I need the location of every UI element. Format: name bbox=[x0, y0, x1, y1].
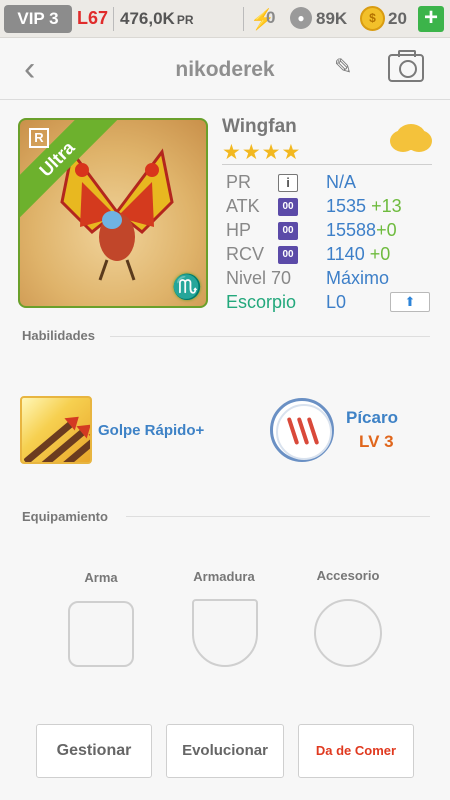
paw-icon: ● bbox=[290, 7, 312, 29]
info-icon[interactable]: i bbox=[278, 174, 298, 192]
monster-portrait[interactable]: Ultra R ♏ bbox=[18, 118, 208, 308]
trait-name[interactable]: Pícaro bbox=[346, 408, 398, 428]
accessory-label: Accesorio bbox=[316, 568, 380, 583]
vip-badge[interactable]: VIP 3 bbox=[4, 5, 72, 33]
divider bbox=[126, 516, 430, 517]
stat-label: ATK bbox=[226, 196, 260, 216]
camera-icon[interactable] bbox=[388, 50, 424, 82]
divider bbox=[243, 7, 244, 31]
stat-row-pr: PR i N/A bbox=[226, 172, 436, 196]
weapon-label: Arma bbox=[84, 570, 118, 585]
scorpio-zodiac-icon: ♏ bbox=[172, 274, 202, 301]
stat-value: N/A bbox=[326, 172, 357, 192]
divider bbox=[110, 336, 430, 337]
level-label: Nivel 70 bbox=[226, 268, 292, 288]
active-skill-name[interactable]: Golpe Rápido+ bbox=[98, 422, 204, 439]
weapon-slot[interactable] bbox=[68, 601, 134, 667]
accessory-slot[interactable] bbox=[314, 599, 382, 667]
stat-badge-icon: 00 bbox=[278, 246, 298, 264]
stat-badge-icon: 00 bbox=[278, 198, 298, 216]
stat-row-atk: ATK 00 1535 +13 bbox=[226, 196, 436, 220]
monster-name: Wingfan bbox=[222, 116, 297, 137]
divider bbox=[222, 164, 432, 165]
edit-pencil-icon[interactable]: ✎ bbox=[334, 54, 352, 80]
zodiac-level: L0 bbox=[326, 292, 347, 312]
upgrade-arrow-button[interactable]: ⬆ bbox=[390, 292, 430, 312]
friends-value: 89K bbox=[316, 9, 348, 28]
zodiac-label: Escorpio bbox=[226, 292, 297, 312]
stat-row-hp: HP 00 15588+0 bbox=[226, 220, 436, 244]
add-coins-button[interactable]: + bbox=[418, 6, 444, 32]
level-value: Máximo bbox=[326, 268, 390, 288]
star-rating: ★★★★ bbox=[222, 141, 302, 164]
stat-value: 15588+0 bbox=[326, 220, 397, 240]
power-rating: 476,0K PR bbox=[120, 9, 194, 29]
trait-level: LV 3 bbox=[359, 432, 394, 451]
page-title: nikoderek bbox=[175, 58, 275, 81]
cloud-element-icon bbox=[396, 124, 426, 150]
stat-label: PR bbox=[226, 172, 252, 192]
section-title-equipment: Equipamiento bbox=[22, 509, 108, 524]
level-row: Nivel 70 Máximo bbox=[226, 268, 436, 292]
coins-value: 20 bbox=[388, 9, 407, 28]
active-skill-icon[interactable] bbox=[20, 396, 92, 464]
claw-trait-icon[interactable] bbox=[270, 398, 334, 462]
armor-label: Armadura bbox=[193, 569, 255, 584]
manage-button[interactable]: Gestionar bbox=[36, 724, 152, 778]
stat-value: 1140 +0 bbox=[326, 244, 391, 264]
player-level: L67 bbox=[77, 8, 109, 28]
stat-row-rcv: RCV 00 1140 +0 bbox=[226, 244, 436, 268]
status-bar: VIP 3 L67 476,0K PR ⚡ 0 ● 89K $ 20 + bbox=[0, 0, 450, 38]
stat-label: HP bbox=[226, 220, 252, 240]
stat-label: RCV bbox=[226, 244, 265, 264]
feed-button[interactable]: Da de Comer bbox=[298, 724, 414, 778]
power-unit: PR bbox=[176, 13, 194, 27]
evolve-button[interactable]: Evolucionar bbox=[166, 724, 284, 778]
section-title-skills: Habilidades bbox=[22, 328, 95, 343]
page-header: ‹ nikoderek ✎ bbox=[0, 38, 450, 100]
stat-badge-icon: 00 bbox=[278, 222, 298, 240]
armor-slot[interactable] bbox=[192, 599, 258, 667]
stamina-value: 0 bbox=[266, 8, 276, 27]
rarity-badge: R bbox=[29, 128, 49, 148]
stat-value: 1535 +13 bbox=[326, 196, 402, 216]
power-value: 476,0K bbox=[120, 9, 175, 28]
divider bbox=[113, 7, 114, 31]
coin-icon: $ bbox=[360, 6, 385, 31]
